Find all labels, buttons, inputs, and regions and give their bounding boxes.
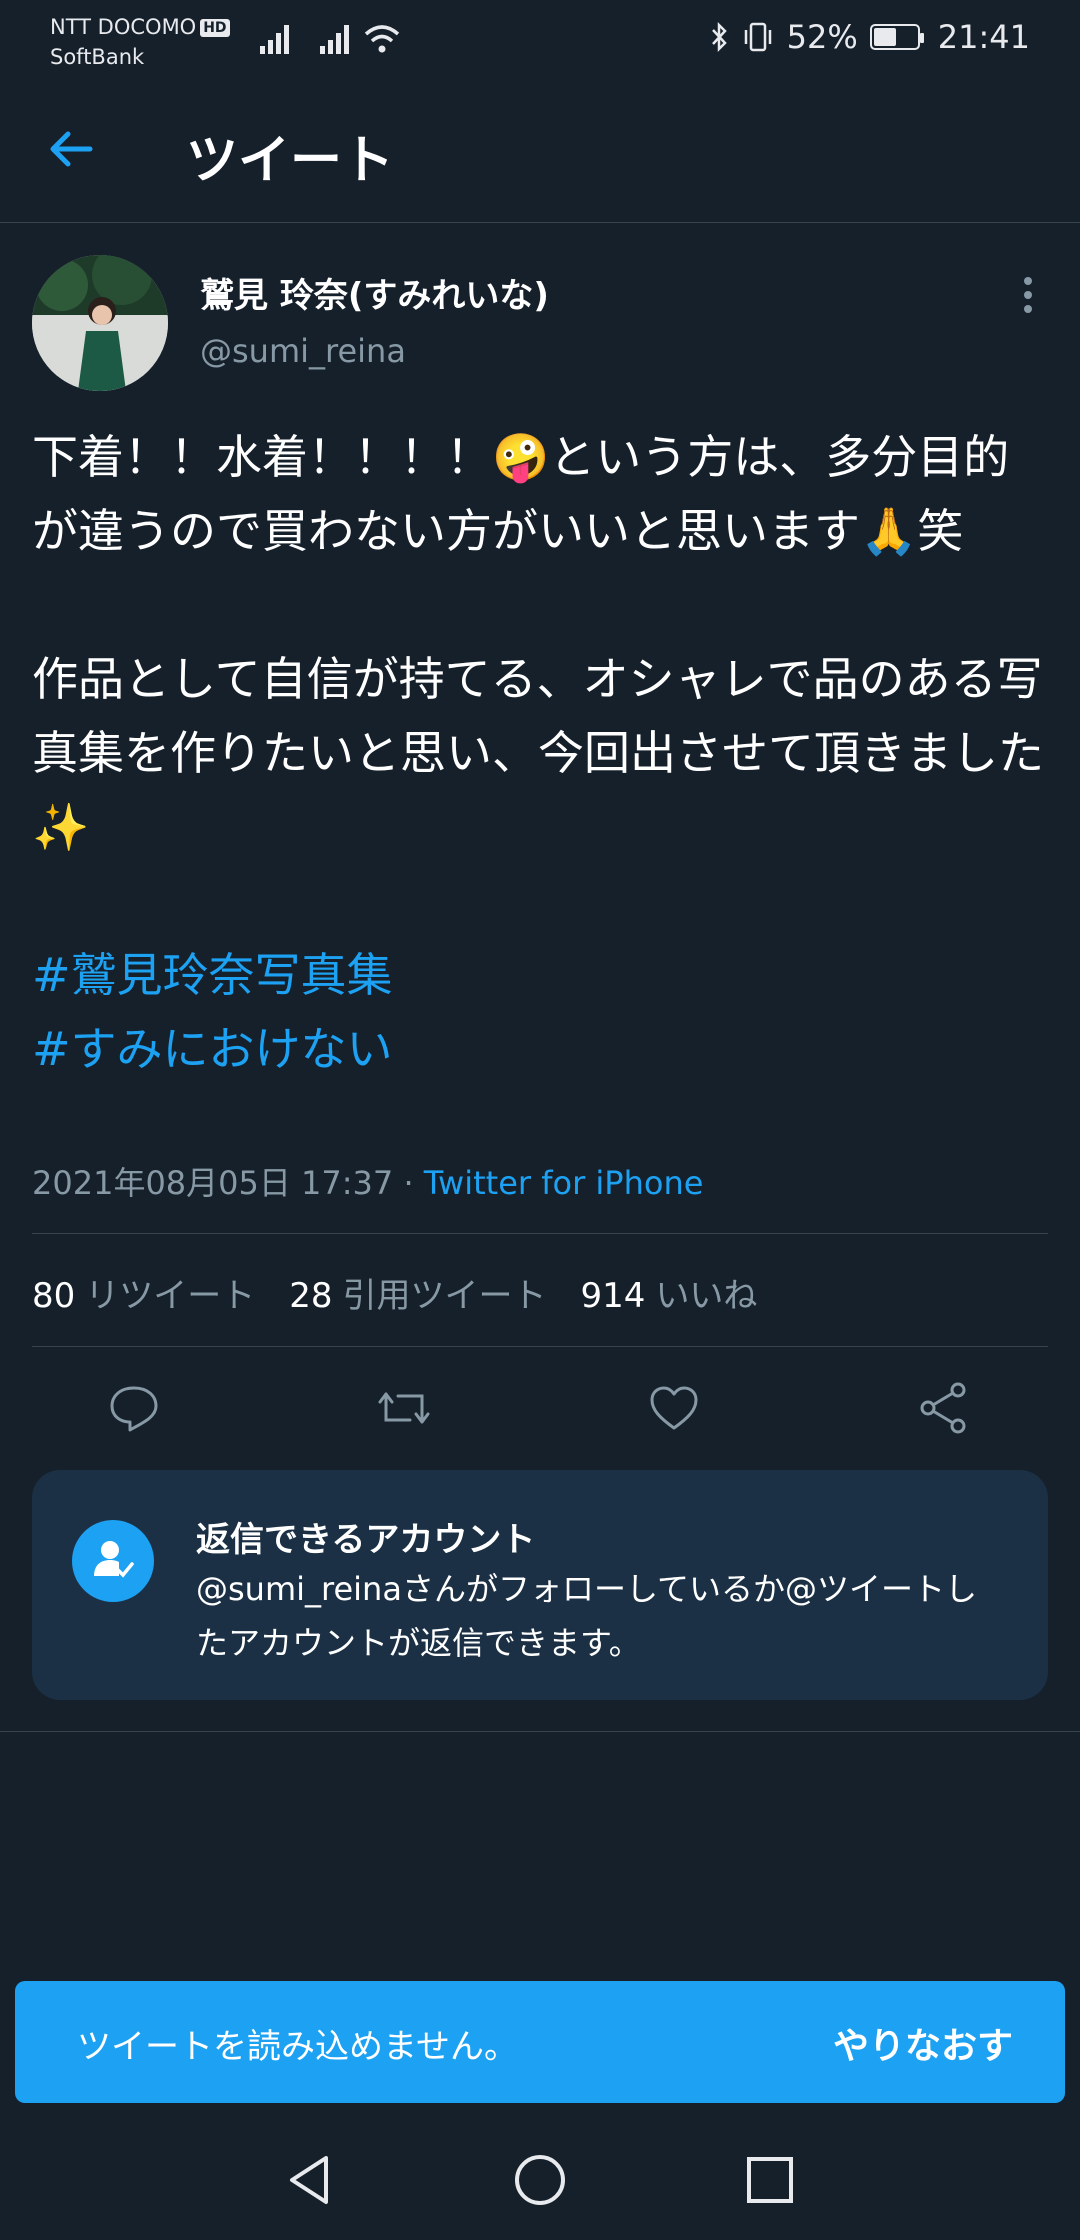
- wifi-icon: [364, 25, 400, 53]
- reply-restriction-card: 返信できるアカウント @sumi_reinaさんがフォローしているか@ツイートし…: [32, 1470, 1048, 1700]
- tweet-timestamp: 2021年08月05日 17:37: [32, 1164, 394, 1202]
- system-nav-bar: [0, 2120, 1080, 2240]
- reply-card-body: @sumi_reinaさんがフォローしているか@ツイートしたアカウントが返信でき…: [196, 1570, 977, 1662]
- back-arrow-icon[interactable]: [46, 124, 96, 174]
- meta-separator: ·: [393, 1164, 424, 1202]
- tweet-source-link[interactable]: Twitter for iPhone: [424, 1164, 704, 1202]
- reply-icon[interactable]: [106, 1380, 162, 1436]
- status-right: 52% 21:41: [709, 18, 1030, 56]
- status-bar: NTT DOCOMO HD SoftBank 52% 21:41: [0, 0, 1080, 80]
- quotes-count: 28: [289, 1276, 333, 1316]
- quotes-label: 引用ツイート: [342, 1276, 547, 1316]
- more-vertical-icon[interactable]: [1010, 275, 1046, 315]
- page-title: ツイート: [186, 131, 395, 191]
- tweet-text: 下着！！水着！！！！🤪という方は、多分目的が違うので買わない方がいいと思います🙏…: [32, 420, 1052, 1086]
- retry-button[interactable]: やりなおす: [833, 2017, 1013, 2069]
- vibrate-icon: [744, 22, 771, 52]
- share-icon[interactable]: [916, 1380, 972, 1436]
- carrier-2: SoftBank: [50, 45, 145, 69]
- likes-count: 914: [580, 1276, 646, 1316]
- bluetooth-icon: [711, 21, 727, 53]
- hashtag-link-2[interactable]: #すみにおけない: [32, 1012, 1052, 1086]
- signal-icon-2: [320, 25, 349, 54]
- nav-home-icon[interactable]: [510, 2150, 570, 2210]
- retweets-label: リツイート: [85, 1276, 256, 1316]
- like-heart-icon[interactable]: [646, 1380, 702, 1436]
- author-name[interactable]: 鷲見 玲奈(すみれいな): [200, 268, 549, 317]
- likes-label: いいね: [655, 1276, 758, 1316]
- reply-card-title: 返信できるアカウント: [196, 1520, 536, 1560]
- tweet-meta: 2021年08月05日 17:37 · Twitter for iPhone: [32, 1158, 703, 1204]
- battery-icon: [869, 24, 924, 50]
- divider: [32, 1233, 1048, 1234]
- divider: [32, 1346, 1048, 1347]
- carrier-info: NTT DOCOMO HD SoftBank: [50, 12, 230, 72]
- retweet-icon[interactable]: [376, 1380, 432, 1436]
- avatar[interactable]: [32, 255, 168, 391]
- snackbar-message: ツイートを読み込めません。: [77, 2027, 518, 2067]
- hashtag-link-1[interactable]: #鷲見玲奈写真集: [32, 938, 1052, 1012]
- signal-icon: [260, 25, 289, 54]
- quotes-stat[interactable]: 28 引用ツイート: [289, 1268, 546, 1317]
- author-handle[interactable]: @sumi_reina: [200, 332, 406, 370]
- retweets-stat[interactable]: 80 リツイート: [32, 1268, 255, 1317]
- carrier-1: NTT DOCOMO: [50, 15, 197, 39]
- nav-back-icon[interactable]: [280, 2150, 340, 2210]
- divider: [0, 1731, 1080, 1732]
- engagement-stats: 80 リツイート 28 引用ツイート 914 いいね: [32, 1268, 757, 1317]
- tweet-paragraph-2: 作品として自信が持てる、オシャレで品のある写真集を作りたいと思い、今回出させて頂…: [32, 652, 1044, 854]
- user-check-icon: [72, 1520, 154, 1602]
- top-app-bar: ツイート: [0, 80, 1080, 223]
- avatar-photo: [32, 255, 168, 391]
- error-snackbar: ツイートを読み込めません。 やりなおす: [15, 1981, 1065, 2103]
- retweets-count: 80: [32, 1276, 76, 1316]
- clock: 21:41: [937, 18, 1030, 56]
- likes-stat[interactable]: 914 いいね: [581, 1268, 758, 1317]
- tweet-paragraph-1: 下着！！水着！！！！🤪という方は、多分目的が違うので買わない方がいいと思います🙏…: [32, 430, 1010, 558]
- battery-percent: 52%: [786, 18, 858, 56]
- battery-fill: [873, 28, 896, 46]
- hd-badge: HD: [200, 19, 230, 37]
- nav-recents-icon[interactable]: [740, 2150, 800, 2210]
